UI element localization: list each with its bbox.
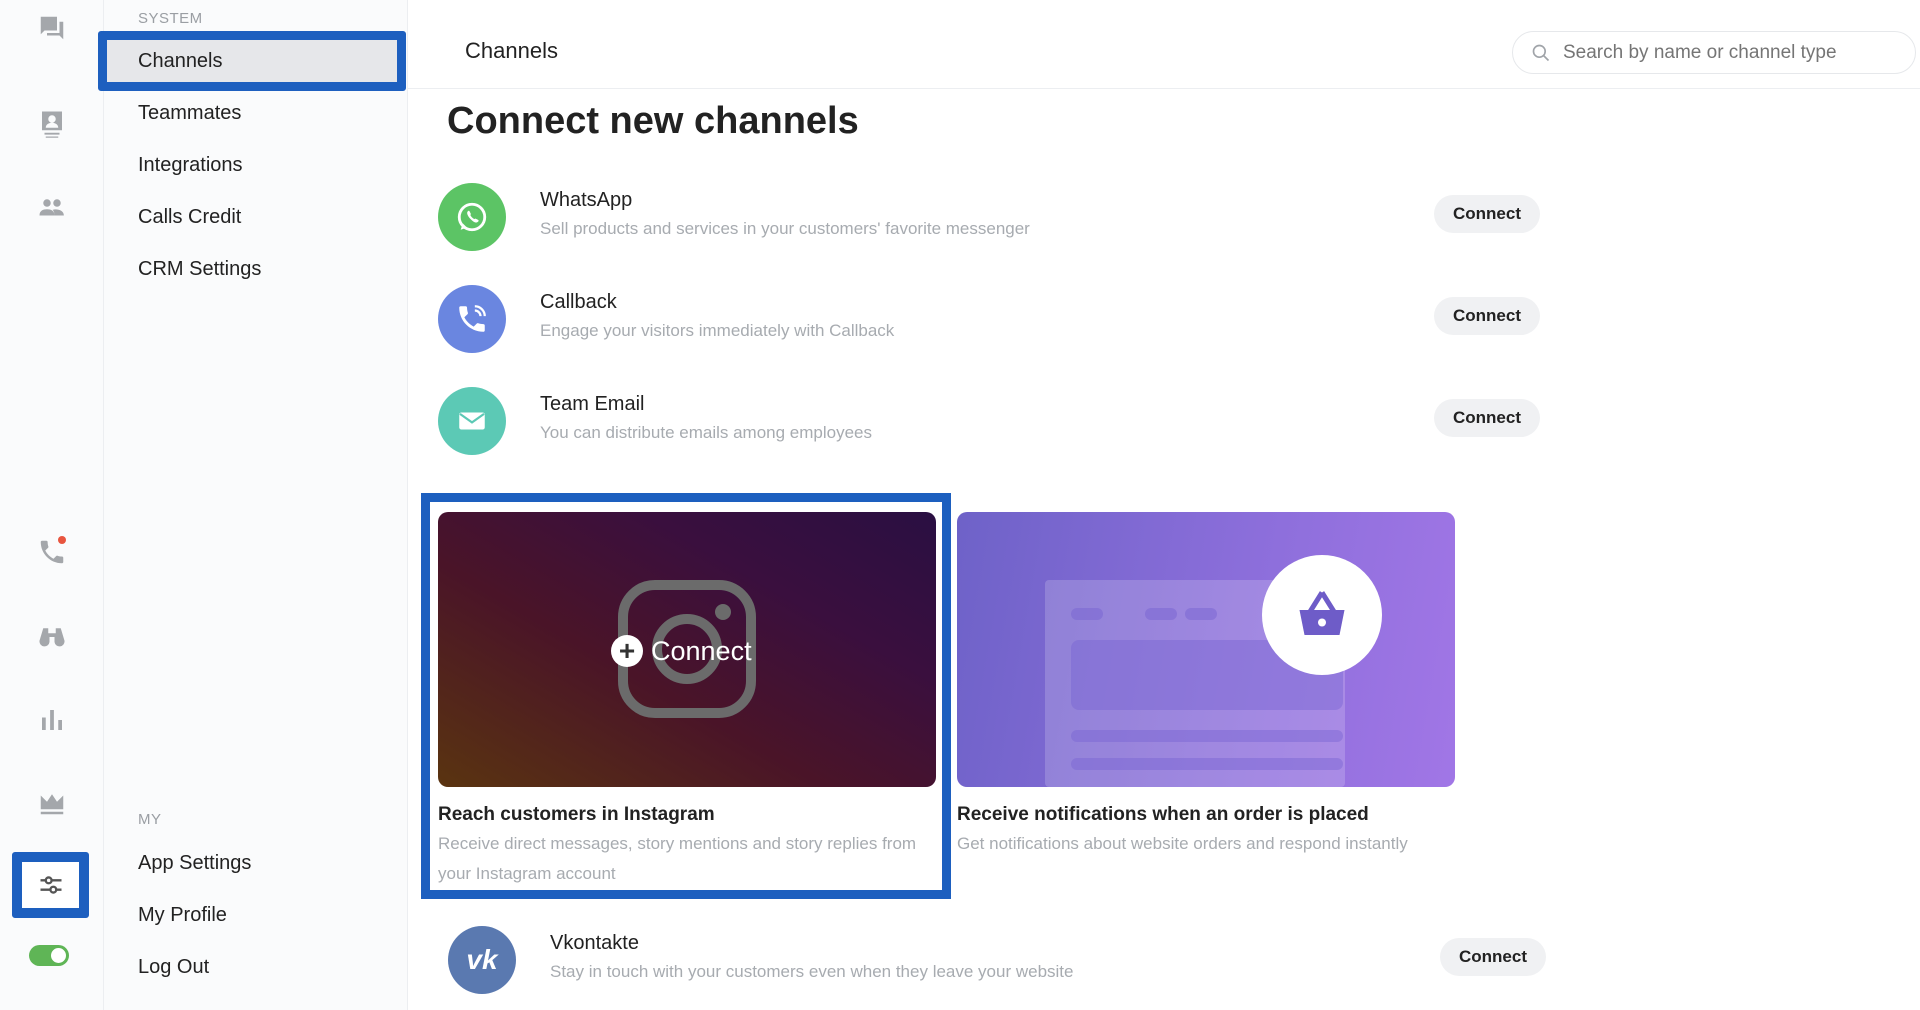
settings-submenu: SYSTEM Channels Teammates Integrations C…: [98, 0, 408, 1010]
page-title: Channels: [465, 38, 558, 63]
crown-icon[interactable]: [32, 783, 72, 823]
calls-icon[interactable]: [32, 532, 72, 572]
channel-row-vkontakte: vk Vkontakte Stay in touch with your cus…: [448, 926, 1558, 996]
team-icon[interactable]: [32, 188, 72, 228]
order-card-desc: Get notifications about website orders a…: [957, 834, 1408, 853]
channel-row-team-email: Team Email You can distribute emails amo…: [438, 387, 1548, 457]
whatsapp-icon: [438, 183, 506, 251]
instagram-card-desc: Receive direct messages, story mentions …: [438, 834, 917, 883]
channel-row-callback: Callback Engage your visitors immediatel…: [438, 285, 1548, 355]
channel-desc: Sell products and services in your custo…: [540, 219, 1030, 238]
channel-row-whatsapp: WhatsApp Sell products and services in y…: [438, 183, 1548, 253]
analytics-icon[interactable]: [32, 700, 72, 740]
channel-title: Team Email: [540, 393, 645, 415]
connect-vkontakte-button[interactable]: Connect: [1440, 938, 1546, 976]
chats-icon[interactable]: [32, 8, 72, 48]
section-label-my: MY: [138, 811, 162, 828]
contacts-icon[interactable]: [32, 104, 72, 144]
plus-icon: +: [611, 635, 643, 667]
connect-team-email-button[interactable]: Connect: [1434, 399, 1540, 437]
submenu-item-crm-settings[interactable]: CRM Settings: [138, 258, 261, 281]
channel-desc: Engage your visitors immediately with Ca…: [540, 321, 895, 340]
vk-icon: vk: [448, 926, 516, 994]
submenu-item-calls-credit[interactable]: Calls Credit: [138, 206, 241, 229]
submenu-item-channels[interactable]: Channels: [138, 50, 223, 73]
channel-title: Vkontakte: [550, 932, 639, 954]
instagram-card[interactable]: + Connect: [438, 512, 936, 787]
submenu-item-teammates[interactable]: Teammates: [138, 102, 241, 125]
status-toggle[interactable]: [29, 945, 69, 966]
channel-title: Callback: [540, 291, 617, 313]
channel-title: WhatsApp: [540, 189, 633, 211]
connect-whatsapp-button[interactable]: Connect: [1434, 195, 1540, 233]
connect-callback-button[interactable]: Connect: [1434, 297, 1540, 335]
search-box[interactable]: [1512, 31, 1916, 74]
submenu-item-app-settings[interactable]: App Settings: [138, 852, 251, 875]
instagram-connect-button[interactable]: + Connect: [611, 635, 752, 667]
basket-icon: [1262, 555, 1382, 675]
sliders-icon: [40, 876, 61, 894]
submenu-item-log-out[interactable]: Log Out: [138, 956, 209, 979]
email-icon: [438, 387, 506, 455]
instagram-connect-label: Connect: [651, 635, 752, 666]
settings-button[interactable]: [12, 852, 89, 918]
instagram-card-title: Reach customers in Instagram: [438, 804, 715, 825]
icon-rail: [0, 0, 104, 1010]
submenu-item-my-profile[interactable]: My Profile: [138, 904, 227, 927]
section-label-system: SYSTEM: [138, 10, 203, 27]
order-notifications-card[interactable]: [957, 512, 1455, 787]
order-card-title: Receive notifications when an order is p…: [957, 804, 1369, 825]
binoculars-icon[interactable]: [32, 617, 72, 657]
notification-dot: [58, 536, 66, 544]
page-header: Channels: [408, 0, 1920, 89]
channel-desc: You can distribute emails among employee…: [540, 423, 873, 442]
search-icon: [1532, 44, 1550, 61]
callback-phone-icon: [438, 285, 506, 353]
search-input[interactable]: [1563, 41, 1883, 64]
submenu-item-integrations[interactable]: Integrations: [138, 154, 243, 177]
section-heading: Connect new channels: [447, 100, 859, 142]
channel-desc: Stay in touch with your customers even w…: [550, 962, 1074, 981]
